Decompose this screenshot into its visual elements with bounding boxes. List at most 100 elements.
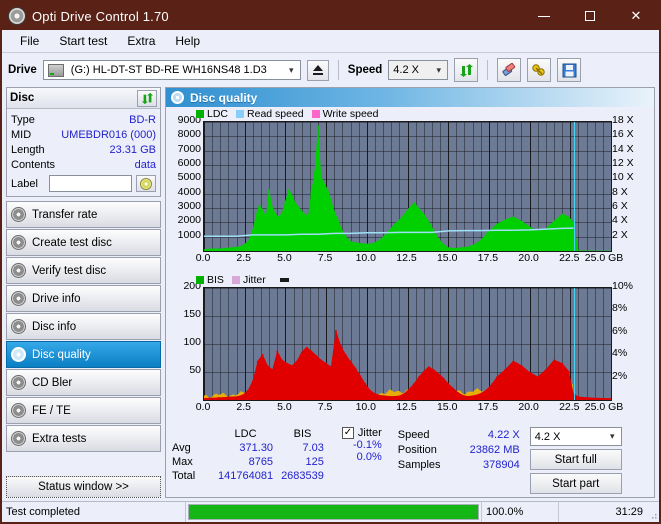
legend-swatch-write-speed: [311, 110, 320, 118]
eject-icon: [312, 65, 323, 75]
legend-swatch-bis: [196, 276, 204, 284]
disc-row-length: Length 23.31 GB: [11, 142, 156, 157]
scroll-marker-icon: [279, 278, 289, 282]
disc-label-row: Label: [11, 175, 156, 192]
y2-tick-label: 10 X: [612, 171, 634, 184]
sidebar-item-verify-test-disc[interactable]: Verify test disc: [6, 257, 161, 284]
sidebar-item-label: Transfer rate: [32, 208, 98, 221]
jitter-value-min: -0.1%: [352, 439, 382, 451]
stats-area: LDC BIS Avg 371.30 7.03 Max 8765 125 Tot…: [166, 425, 654, 497]
readout-samples-label: Samples: [397, 458, 441, 471]
legend-label-write-speed: Write speed: [322, 108, 379, 120]
readout-row-speed: Speed 4.22 X: [398, 427, 520, 442]
title-bar: Opti Drive Control 1.70 ✕: [2, 2, 659, 30]
close-button[interactable]: ✕: [613, 2, 659, 30]
jitter-checkbox-label: Jitter: [357, 427, 382, 439]
refresh-button[interactable]: [454, 58, 479, 82]
chevron-down-icon: ▾: [289, 64, 294, 75]
readout-position-label: Position: [397, 443, 437, 456]
x-tick-label: 15.0: [436, 401, 458, 413]
tools-button[interactable]: [527, 58, 552, 82]
disc-icon: [11, 319, 26, 334]
table-header-row: LDC BIS: [172, 427, 328, 441]
minimize-button[interactable]: [521, 2, 567, 30]
legend-label-ldc: LDC: [207, 108, 229, 120]
y-tick-label: 4000: [177, 185, 201, 198]
menu-item-start-test[interactable]: Start test: [49, 32, 117, 50]
sidebar-item-create-test-disc[interactable]: Create test disc: [6, 229, 161, 256]
elapsed-time: 31:29: [615, 506, 643, 518]
disc-quality-panel: Disc quality LDC Read speed Write speed …: [165, 87, 655, 498]
test-speed-select[interactable]: 4.2 X ▾: [529, 427, 622, 446]
speed-select[interactable]: 4.2 X ▾: [388, 60, 449, 80]
action-buttons: 4.2 X ▾ Start full Start part: [529, 427, 622, 494]
menu-item-file[interactable]: File: [10, 32, 49, 50]
y2-tick-label: 18 X: [612, 114, 634, 126]
drive-label: Drive: [8, 64, 37, 76]
jitter-block: ✓ Jitter -0.1% 0.0%: [341, 427, 382, 463]
disc-icon: [11, 207, 26, 222]
stats-max-ldc: 8765: [248, 456, 274, 468]
readout-row-samples: Samples 378904: [398, 457, 520, 472]
jitter-checkbox-row[interactable]: ✓ Jitter: [341, 427, 382, 439]
eject-button[interactable]: [306, 59, 329, 81]
disc-row-length-label: Length: [11, 143, 45, 156]
disc-icon: [11, 403, 26, 418]
ldc-chart-legend: LDC Read speed Write speed: [196, 108, 383, 120]
x-tick-label: 17.5: [477, 401, 499, 413]
disc-icon: [11, 291, 26, 306]
sidebar-item-disc-info[interactable]: Disc info: [6, 313, 161, 340]
y-tick-label: 3000: [177, 200, 201, 212]
y2-tick-label: 2%: [612, 369, 628, 382]
sidebar-item-disc-quality[interactable]: Disc quality: [6, 341, 161, 368]
jitter-checkbox[interactable]: ✓: [341, 427, 354, 439]
sidebar-item-label: Disc quality: [32, 348, 91, 361]
save-button[interactable]: [557, 58, 582, 82]
y2-tick-label: 16 X: [612, 128, 634, 141]
disc-label-button[interactable]: [136, 175, 156, 192]
y2-tick-label: 2 X: [612, 228, 628, 241]
maximize-icon: [585, 11, 595, 21]
stats-col-bis: BIS: [293, 428, 312, 440]
stats-row-max-label: Max: [172, 456, 193, 468]
x-tick-label: 25.0 GB: [584, 401, 624, 413]
readout-samples-value: 378904: [483, 458, 520, 471]
sidebar-item-transfer-rate[interactable]: Transfer rate: [6, 201, 161, 228]
toolbar-divider-1: [337, 60, 339, 80]
legend-item-write-speed: Write speed: [311, 108, 379, 120]
nav-list: Transfer rate Create test disc Verify te…: [6, 201, 161, 453]
disc-row-contents-label: Contents: [11, 158, 56, 171]
menu-item-help[interactable]: Help: [165, 32, 210, 50]
start-full-button[interactable]: Start full: [529, 449, 622, 470]
drive-toolbar: Drive (G:) HL-DT-ST BD-RE WH16NS48 1.D3 …: [2, 53, 659, 87]
start-part-button[interactable]: Start part: [529, 473, 622, 494]
stats-total-bis: 2683539: [281, 470, 324, 482]
sidebar-item-extra-tests[interactable]: Extra tests: [6, 425, 161, 452]
y-tick-label: 1000: [177, 228, 201, 241]
stats-avg-bis: 7.03: [302, 442, 324, 454]
disc-row-mid: MID UMEBDR016 (000): [11, 127, 156, 142]
y-tick-label: 7000: [177, 142, 201, 155]
erase-button[interactable]: [497, 58, 522, 82]
maximize-button[interactable]: [567, 2, 613, 30]
status-window-button[interactable]: Status window >>: [6, 476, 161, 498]
disc-row-mid-label: MID: [11, 128, 32, 141]
y2-tick-label: 4%: [612, 347, 628, 360]
sidebar-item-label: Disc info: [32, 320, 77, 333]
disc-refresh-button[interactable]: [137, 89, 157, 107]
y-tick-label: 8000: [177, 128, 201, 141]
x-tick-label: 22.5: [559, 252, 580, 264]
disc-label-input[interactable]: [49, 175, 132, 192]
y-tick-label: 6000: [177, 157, 201, 169]
resize-grip[interactable]: [647, 502, 659, 522]
sidebar-item-drive-info[interactable]: Drive info: [6, 285, 161, 312]
y-tick-label: 50: [189, 364, 201, 376]
sidebar-item-cd-bler[interactable]: CD Bler: [6, 369, 161, 396]
charts-area: LDC Read speed Write speed 1000 2000 3000 4…: [166, 107, 654, 425]
tools-icon: [532, 64, 545, 76]
y2-tick-label: 8 X: [612, 185, 628, 198]
menu-item-extra[interactable]: Extra: [117, 32, 165, 50]
drive-select[interactable]: (G:) HL-DT-ST BD-RE WH16NS48 1.D3 ▾: [42, 60, 301, 80]
x-tick-label: 20.0: [518, 401, 539, 413]
sidebar-item-fe-te[interactable]: FE / TE: [6, 397, 161, 424]
